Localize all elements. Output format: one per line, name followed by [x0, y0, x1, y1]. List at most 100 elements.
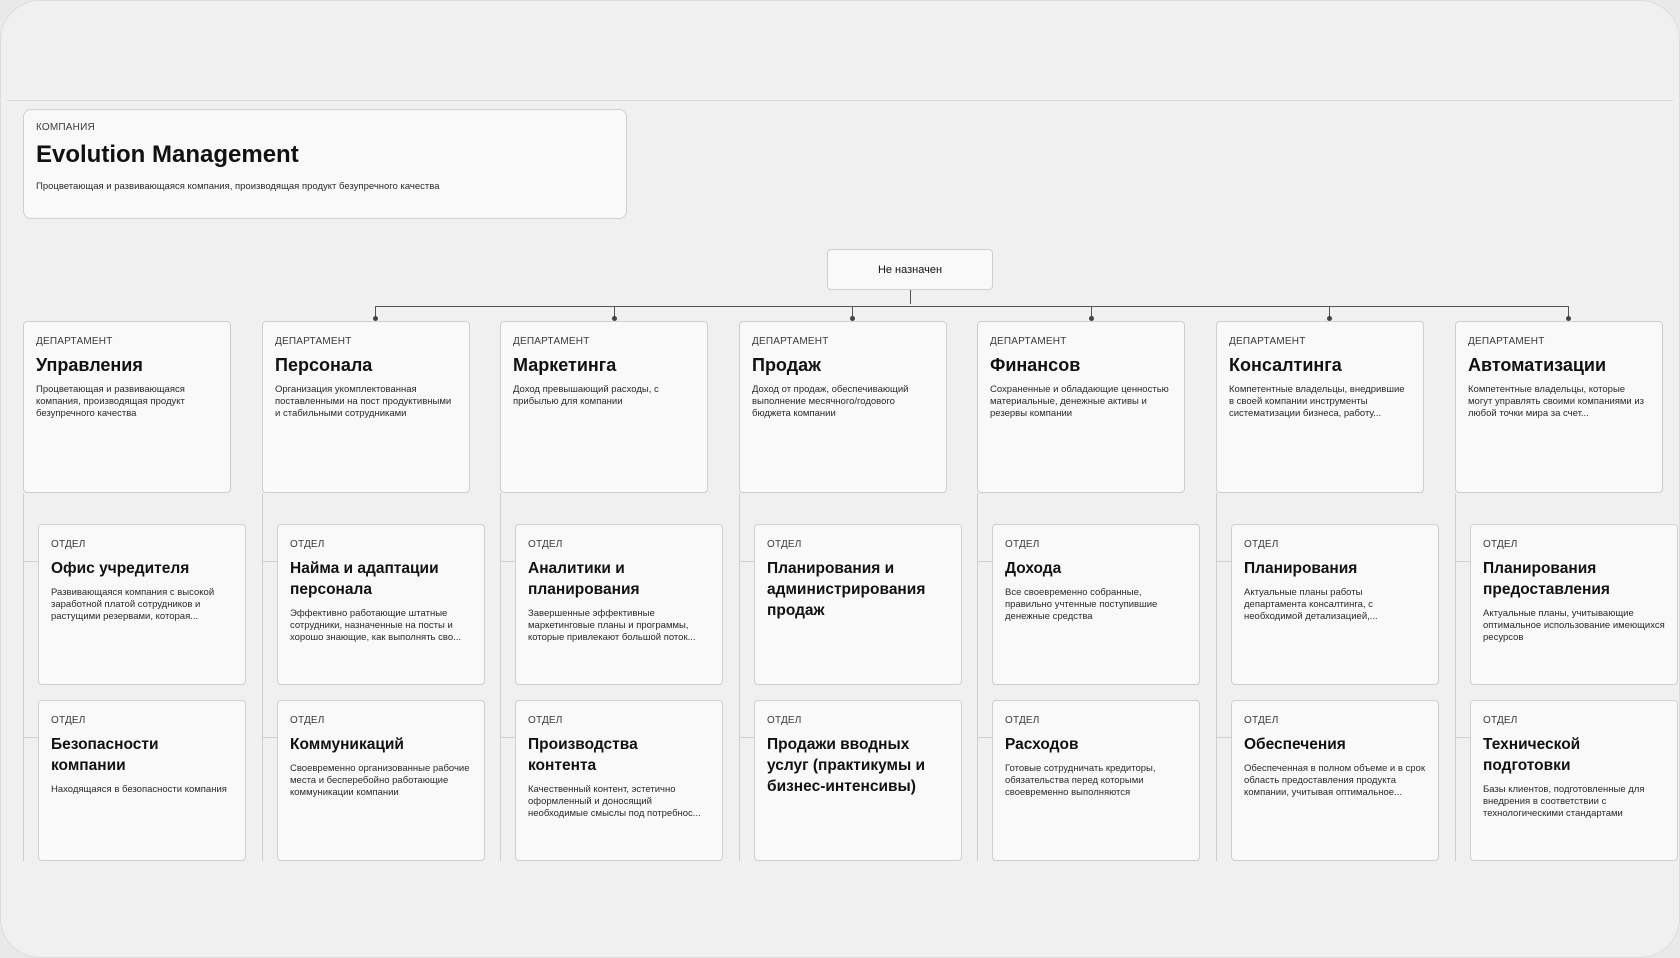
- column-guide-line: [500, 493, 501, 861]
- unit-name: Обеспечения: [1244, 736, 1346, 753]
- department-name: Финансов: [990, 355, 1081, 375]
- column-guide-line: [1455, 493, 1456, 861]
- department-description: Процветающая и развивающаяся компания, п…: [36, 384, 185, 419]
- unit-card[interactable]: ОТДЕЛ Коммуникаций Своевременно организова…: [277, 700, 485, 861]
- unit-kind-label: ОТДЕЛ: [528, 539, 563, 550]
- unit-card[interactable]: ОТДЕЛ Продажи вводных услуг (практикумы и…: [754, 700, 962, 861]
- column-guide-line: [739, 493, 740, 861]
- unit-name: Планирования и администрирования продаж: [767, 560, 926, 619]
- unit-name: Расходов: [1005, 736, 1079, 753]
- top-divider: [7, 100, 1673, 101]
- column-guide-line: [1216, 493, 1217, 861]
- department-card[interactable]: ДЕПАРТАМЕНТ Персонала Организация укомплек…: [262, 321, 470, 493]
- unit-card[interactable]: ОТДЕЛ Расходов Готовые сотрудничать кредит…: [992, 700, 1200, 861]
- org-chart-canvas: КОМПАНИЯ Evolution Management Процветающ…: [0, 0, 1680, 958]
- column-guide-stub: [977, 561, 992, 562]
- unit-description: Все своевременно собранные, правильно уч…: [1005, 587, 1158, 622]
- column-guide-stub: [23, 737, 38, 738]
- unit-name: Коммуникаций: [290, 736, 404, 753]
- connector-bus: [375, 306, 1569, 307]
- unit-kind-label: ОТДЕЛ: [1244, 539, 1279, 550]
- department-card[interactable]: ДЕПАРТАМЕНТ Маркетинга Доход превышающий р…: [500, 321, 708, 493]
- column-guide-line: [262, 493, 263, 861]
- company-kind-label: КОМПАНИЯ: [36, 122, 95, 133]
- department-name: Автоматизации: [1468, 355, 1607, 375]
- unit-kind-label: ОТДЕЛ: [51, 539, 86, 550]
- column-guide-stub: [500, 737, 515, 738]
- column-guide-stub: [977, 737, 992, 738]
- unit-name: Найма и адаптации персонала: [290, 560, 439, 598]
- unit-card[interactable]: ОТДЕЛ Планирования Актуальные планы работы…: [1231, 524, 1439, 685]
- column-guide-stub: [1455, 737, 1470, 738]
- unit-card[interactable]: ОТДЕЛ Аналитики и планирования Завершенные…: [515, 524, 723, 685]
- department-card[interactable]: ДЕПАРТАМЕНТ Консалтинга Компетентные владе…: [1216, 321, 1424, 493]
- unit-kind-label: ОТДЕЛ: [290, 715, 325, 726]
- department-card[interactable]: ДЕПАРТАМЕНТ Продаж Доход от продаж, обеспе…: [739, 321, 947, 493]
- company-description: Процветающая и развивающаяся компания, п…: [36, 181, 440, 192]
- unit-card[interactable]: ОТДЕЛ Офис учредителя Развивающаяся компан…: [38, 524, 246, 685]
- unit-description: Актуальные планы, учитывающие оптимально…: [1483, 608, 1665, 643]
- unit-kind-label: ОТДЕЛ: [1005, 539, 1040, 550]
- unit-kind-label: ОТДЕЛ: [767, 715, 802, 726]
- column-guide-line: [23, 493, 24, 861]
- department-kind-label: ДЕПАРТАМЕНТ: [1229, 336, 1306, 347]
- column-guide-stub: [262, 737, 277, 738]
- unit-description: Готовые сотрудничать кредиторы, обязател…: [1005, 763, 1156, 798]
- column-guide-stub: [1216, 737, 1231, 738]
- unit-name: Аналитики и планирования: [528, 560, 640, 598]
- unit-description: Качественный контент, эстетично оформлен…: [528, 784, 701, 819]
- unit-card[interactable]: ОТДЕЛ Безопасности компании Находящаяся в …: [38, 700, 246, 861]
- unit-card[interactable]: ОТДЕЛ Производства контента Качественный к…: [515, 700, 723, 861]
- unassigned-node[interactable]: Не назначен: [827, 249, 993, 290]
- department-description: Компетентные владельцы, внедрившие в сво…: [1229, 384, 1405, 419]
- unit-name: Безопасности компании: [51, 736, 159, 774]
- department-card[interactable]: ДЕПАРТАМЕНТ Управления Процветающая и разв…: [23, 321, 231, 493]
- unit-kind-label: ОТДЕЛ: [1483, 715, 1518, 726]
- unit-kind-label: ОТДЕЛ: [1244, 715, 1279, 726]
- department-kind-label: ДЕПАРТАМЕНТ: [36, 336, 113, 347]
- department-card[interactable]: ДЕПАРТАМЕНТ Автоматизации Компетентные вла…: [1455, 321, 1663, 493]
- unit-kind-label: ОТДЕЛ: [528, 715, 563, 726]
- unit-kind-label: ОТДЕЛ: [1483, 539, 1518, 550]
- column-guide-stub: [262, 561, 277, 562]
- unit-kind-label: ОТДЕЛ: [51, 715, 86, 726]
- unit-name: Продажи вводных услуг (практикумы и бизн…: [767, 736, 926, 795]
- department-kind-label: ДЕПАРТАМЕНТ: [275, 336, 352, 347]
- department-name: Консалтинга: [1229, 355, 1342, 375]
- company-name: Evolution Management: [36, 141, 299, 168]
- unit-kind-label: ОТДЕЛ: [767, 539, 802, 550]
- unit-card[interactable]: ОТДЕЛ Обеспечения Обеспеченная в полном об…: [1231, 700, 1439, 861]
- unit-card[interactable]: ОТДЕЛ Планирования предоставления Актуальн…: [1470, 524, 1678, 685]
- unassigned-label: Не назначен: [877, 263, 943, 276]
- unit-card[interactable]: ОТДЕЛ Технической подготовки Базы клиентов…: [1470, 700, 1678, 861]
- unit-card[interactable]: ОТДЕЛ Планирования и администрирования пр…: [754, 524, 962, 685]
- unit-description: Актуальные планы работы департамента кон…: [1244, 587, 1378, 622]
- company-card[interactable]: КОМПАНИЯ Evolution Management Процветающ…: [23, 109, 627, 219]
- department-kind-label: ДЕПАРТАМЕНТ: [513, 336, 590, 347]
- unit-card[interactable]: ОТДЕЛ Найма и адаптации персонала Эффектив…: [277, 524, 485, 685]
- department-description: Организация укомплектованная поставленны…: [275, 384, 452, 419]
- unit-description: Завершенные эффективные маркетинговые пл…: [528, 608, 696, 643]
- unit-description: Развивающаяся компания с высокой заработ…: [51, 587, 215, 622]
- column-guide-line: [977, 493, 978, 861]
- department-name: Управления: [36, 355, 143, 375]
- unit-description: Находящаяся в безопасности компания: [51, 784, 227, 795]
- department-name: Продаж: [752, 355, 821, 375]
- department-description: Сохраненные и обладающие ценностью матер…: [990, 384, 1169, 419]
- department-kind-label: ДЕПАРТАМЕНТ: [752, 336, 829, 347]
- department-name: Персонала: [275, 355, 373, 375]
- column-guide-stub: [739, 737, 754, 738]
- column-guide-stub: [1216, 561, 1231, 562]
- department-card[interactable]: ДЕПАРТАМЕНТ Финансов Сохраненные и обладаю…: [977, 321, 1185, 493]
- column-guide-stub: [500, 561, 515, 562]
- unit-kind-label: ОТДЕЛ: [1005, 715, 1040, 726]
- unit-name: Планирования предоставления: [1483, 560, 1610, 598]
- column-guide-stub: [739, 561, 754, 562]
- unit-name: Производства контента: [528, 736, 638, 774]
- unit-name: Офис учредителя: [51, 560, 190, 577]
- unit-description: Обеспеченная в полном объеме и в срок об…: [1244, 763, 1426, 798]
- unit-name: Дохода: [1005, 560, 1062, 577]
- unit-kind-label: ОТДЕЛ: [290, 539, 325, 550]
- unit-card[interactable]: ОТДЕЛ Дохода Все своевременно собранные, п…: [992, 524, 1200, 685]
- unit-description: Базы клиентов, подготовленные для внедре…: [1483, 784, 1645, 819]
